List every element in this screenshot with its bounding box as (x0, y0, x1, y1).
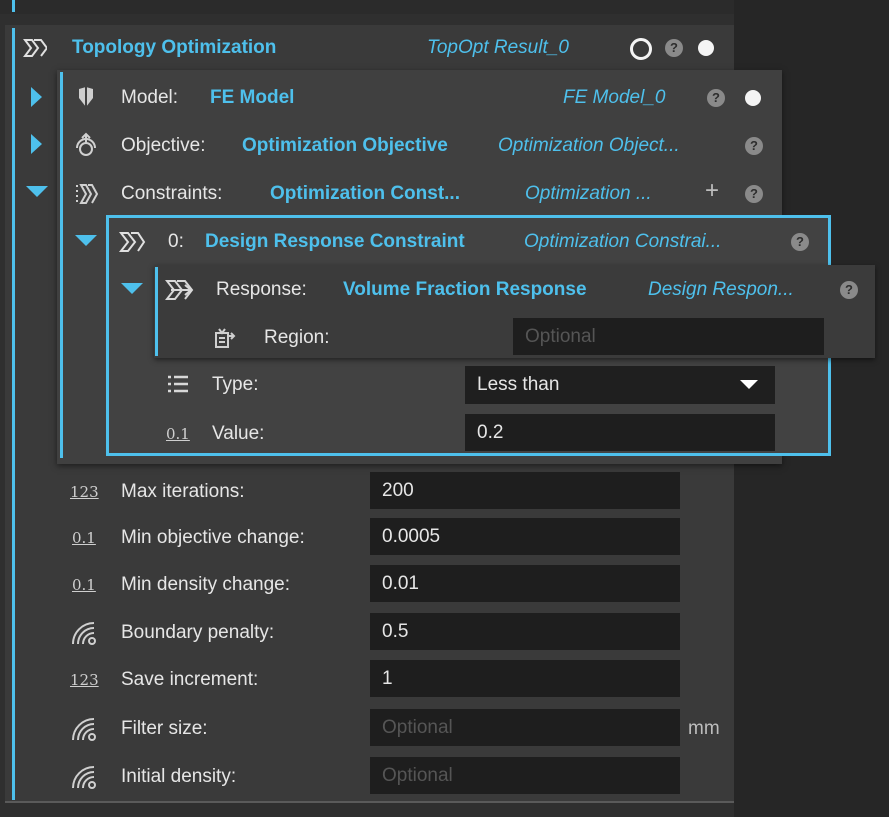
response-ref[interactable]: Design Respon... (648, 279, 794, 301)
param-label: Save increment: (121, 669, 259, 690)
topopt-accent-line (12, 28, 15, 800)
help-icon[interactable]: ? (707, 89, 725, 107)
objective-value[interactable]: Optimization Objective (242, 135, 448, 157)
decimal-icon: 0.1 (166, 425, 190, 443)
collapse-constraint-0-arrow[interactable] (75, 235, 97, 246)
help-icon[interactable]: ? (840, 281, 858, 299)
region-icon (212, 326, 238, 350)
param-label: Min objective change: (121, 527, 305, 548)
topopt-result[interactable]: TopOpt Result_0 (427, 37, 569, 59)
param-label: Max iterations: (121, 481, 245, 502)
wave-icon (69, 763, 99, 791)
help-icon[interactable]: ? (665, 39, 683, 57)
constraint-0-ref[interactable]: Optimization Constrai... (524, 231, 721, 253)
region-label: Region: (264, 327, 330, 348)
value-input[interactable]: 0.2 (465, 414, 775, 451)
region-input[interactable]: Optional (513, 318, 824, 355)
type-select[interactable]: Less than (465, 366, 775, 404)
list-icon (165, 372, 191, 396)
param-label: Boundary penalty: (121, 622, 275, 643)
param-label: Min density change: (121, 574, 290, 595)
wave-icon (69, 619, 99, 647)
topopt-icon (22, 37, 48, 59)
constraint-0-icon (117, 230, 147, 254)
constraint-0-index: 0: (168, 231, 184, 252)
response-value[interactable]: Volume Fraction Response (343, 279, 587, 301)
inputs-accent-line (60, 72, 63, 458)
help-icon[interactable]: ? (745, 137, 763, 155)
top-accent-line (12, 0, 15, 12)
param-label: Filter size: (121, 718, 208, 739)
expand-model-arrow[interactable] (31, 87, 42, 107)
initial-density-input[interactable]: Optional (370, 757, 680, 794)
filter-size-input[interactable]: Optional (370, 709, 680, 746)
integer-icon: 123 (70, 671, 99, 689)
expand-objective-arrow[interactable] (31, 134, 42, 154)
collapse-constraints-arrow[interactable] (26, 186, 48, 197)
model-label: Model: (121, 87, 179, 108)
collapse-response-arrow[interactable] (121, 283, 143, 294)
param-label: Initial density: (121, 766, 237, 787)
status-ring-icon[interactable] (630, 38, 652, 60)
constraints-ref[interactable]: Optimization ... (525, 183, 652, 205)
constraints-value[interactable]: Optimization Const... (270, 183, 460, 205)
decimal-icon: 0.1 (72, 529, 96, 547)
type-label: Type: (212, 374, 259, 395)
response-label: Response: (216, 279, 307, 300)
objective-label: Objective: (121, 135, 206, 156)
wave-icon (69, 715, 99, 743)
model-ref[interactable]: FE Model_0 (563, 87, 665, 109)
objective-icon (73, 131, 99, 159)
help-icon[interactable]: ? (791, 233, 809, 251)
constraints-label: Constraints: (121, 183, 223, 204)
type-select-value: Less than (477, 374, 560, 395)
decimal-icon: 0.1 (72, 576, 96, 594)
max-iterations-input[interactable]: 200 (370, 472, 680, 509)
min-density-change-input[interactable]: 0.01 (370, 565, 680, 602)
integer-icon: 123 (70, 483, 99, 501)
model-value[interactable]: FE Model (210, 87, 294, 109)
status-dot-icon[interactable] (698, 40, 714, 56)
response-accent-line (155, 267, 158, 356)
help-icon[interactable]: ? (745, 185, 763, 203)
topopt-title: Topology Optimization (72, 37, 277, 58)
value-label: Value: (212, 423, 265, 444)
bottom-border (5, 801, 734, 803)
constraints-icon (73, 181, 99, 207)
chevron-down-icon[interactable] (740, 380, 758, 389)
top-panel-edge (0, 0, 734, 14)
response-icon (164, 278, 196, 302)
constraint-0-value[interactable]: Design Response Constraint (205, 231, 465, 253)
min-objective-change-input[interactable]: 0.0005 (370, 518, 680, 555)
filter-size-unit: mm (688, 718, 720, 739)
add-constraint-button[interactable]: + (705, 179, 719, 203)
model-icon (73, 85, 99, 109)
objective-ref[interactable]: Optimization Object... (498, 135, 680, 157)
save-increment-input[interactable]: 1 (370, 660, 680, 697)
status-dot-icon[interactable] (745, 90, 761, 106)
boundary-penalty-input[interactable]: 0.5 (370, 613, 680, 650)
